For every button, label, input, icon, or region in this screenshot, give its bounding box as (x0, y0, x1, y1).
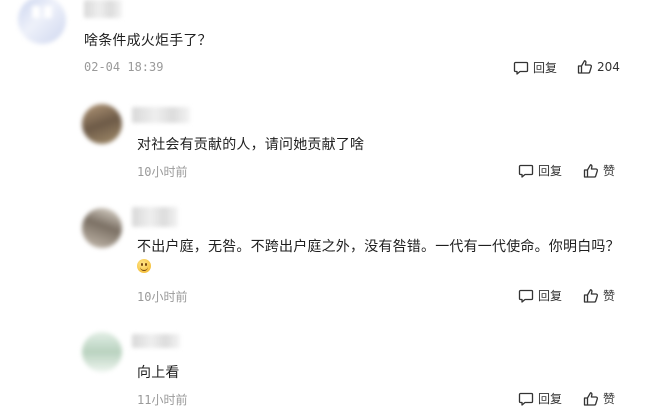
main-comment-time: 02-04 18:39 (84, 60, 164, 74)
reply-1-text: 对社会有贡献的人，请问她贡献了啥 (137, 137, 365, 153)
main-comment-avatar[interactable] (18, 0, 66, 44)
thumb-up-icon (577, 60, 593, 74)
comment-bubble-icon (518, 289, 534, 303)
reply-2-like-button[interactable]: 赞 (583, 287, 615, 304)
comment-bubble-icon (518, 164, 534, 178)
like-label: 赞 (603, 392, 616, 406)
main-comment-username[interactable] (84, 0, 122, 18)
main-comment-reply-button[interactable]: 回复 (513, 59, 557, 76)
comment-bubble-icon (518, 392, 534, 406)
main-comment-like-button[interactable]: 204 (577, 59, 620, 75)
reply-3-avatar[interactable] (82, 332, 122, 372)
grinning-face-emoji (137, 259, 151, 273)
reply-3-like-button[interactable]: 赞 (583, 390, 615, 407)
thumb-up-icon (583, 163, 599, 178)
reply-label: 回复 (533, 61, 558, 75)
reply-2-avatar[interactable] (82, 208, 122, 248)
like-label: 赞 (603, 289, 616, 303)
comment-bubble-icon (513, 61, 529, 75)
reply-1-reply-button[interactable]: 回复 (518, 162, 562, 179)
reply-3-text: 向上看 (137, 365, 180, 381)
reply-1-like-button[interactable]: 赞 (583, 162, 615, 179)
main-comment-text: 啥条件成火炬手了？ (84, 33, 212, 49)
reply-3-reply-button[interactable]: 回复 (518, 390, 562, 407)
reply-1-username[interactable] (132, 107, 190, 123)
thumb-up-icon (583, 288, 599, 303)
reply-1-avatar[interactable] (82, 104, 122, 144)
reply-2-reply-button[interactable]: 回复 (518, 287, 562, 304)
like-label: 赞 (603, 164, 616, 178)
reply-3-time: 11小时前 (137, 393, 188, 407)
reply-2-username[interactable] (132, 207, 178, 227)
reply-label: 回复 (538, 164, 563, 178)
reply-label: 回复 (538, 289, 563, 303)
reply-3-username[interactable] (132, 334, 180, 348)
thumb-up-icon (583, 391, 599, 406)
like-count: 204 (597, 60, 620, 74)
reply-label: 回复 (538, 392, 563, 406)
reply-2-time: 10小时前 (137, 290, 188, 304)
reply-1-time: 10小时前 (137, 165, 188, 179)
reply-2-text: 不出户庭，无咎。不跨出户庭之外，没有咎错。一代有一代使命。你明白吗？ (137, 239, 620, 255)
